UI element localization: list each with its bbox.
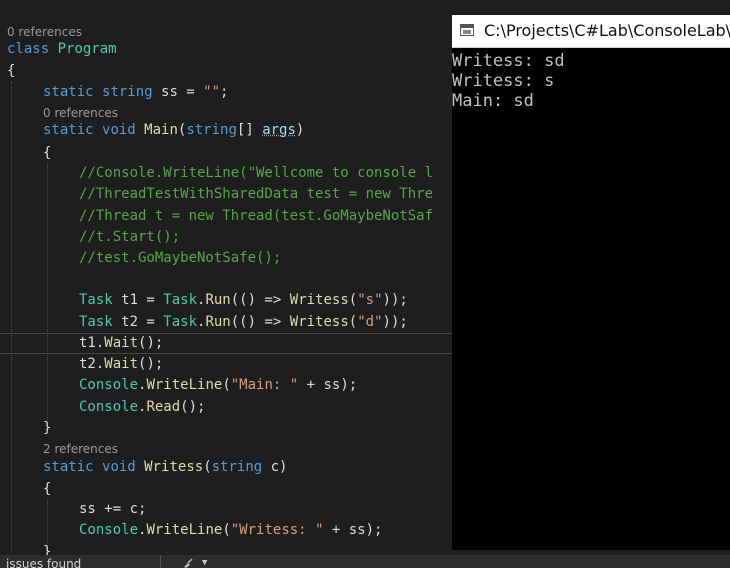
console-output-line: Main: sd bbox=[452, 91, 534, 111]
code-line-open-brace: { bbox=[43, 481, 52, 497]
code-line-writess-writeline: Console.WriteLine("Writess: " + ss); bbox=[79, 522, 383, 538]
code-line-main-writeline: Console.WriteLine("Main: " + ss); bbox=[79, 377, 358, 393]
code-line-writess-signature: static void Writess(string c) bbox=[43, 459, 288, 475]
status-bar: issues found ▼ bbox=[0, 555, 730, 568]
console-window[interactable]: C:\Projects\C#Lab\ConsoleLab\C Writess: … bbox=[452, 15, 730, 550]
code-line-close-brace: } bbox=[43, 420, 52, 436]
code-line-console-read: Console.Read(); bbox=[79, 399, 206, 415]
chevron-down-icon[interactable]: ▼ bbox=[202, 559, 207, 568]
codelens-references[interactable]: 0 references bbox=[7, 24, 82, 40]
codelens-references[interactable]: 0 references bbox=[43, 105, 118, 121]
code-line-ss-append: ss += c; bbox=[79, 501, 147, 517]
code-line-open-brace: { bbox=[43, 145, 52, 161]
code-line-class-decl: class Program bbox=[7, 41, 117, 57]
code-line-main-signature: static void Main(string[] args) bbox=[43, 122, 305, 138]
issues-status[interactable]: issues found bbox=[6, 557, 81, 568]
console-output-line: Writess: s bbox=[452, 71, 555, 91]
code-cleanup-brush-icon[interactable] bbox=[183, 558, 193, 568]
code-line-field-ss: static string ss = ""; bbox=[43, 84, 229, 100]
code-line-task-t1: Task t1 = Task.Run(() => Writess("s")); bbox=[79, 292, 408, 308]
code-line-close-brace: } bbox=[43, 544, 52, 555]
status-divider bbox=[160, 555, 161, 568]
console-app-icon bbox=[460, 24, 474, 36]
code-line-comment: //Thread t = new Thread(test.GoMaybeNotS… bbox=[79, 208, 434, 224]
code-line-comment: //ThreadTestWithSharedData test = new Th… bbox=[79, 186, 434, 202]
console-output-line: Writess: sd bbox=[452, 51, 565, 71]
indent-guide bbox=[47, 164, 48, 420]
codelens-references[interactable]: 2 references bbox=[43, 441, 118, 457]
unused-parameter-args: args bbox=[262, 122, 296, 138]
console-output: Writess: sd Writess: s Main: sd bbox=[452, 51, 730, 111]
code-line-comment: //t.Start(); bbox=[79, 229, 181, 245]
code-line-comment: //test.GoMaybeNotSafe(); bbox=[79, 250, 282, 266]
console-window-title: C:\Projects\C#Lab\ConsoleLab\C bbox=[484, 21, 730, 40]
code-line-task-t2: Task t2 = Task.Run(() => Writess("d")); bbox=[79, 314, 408, 330]
code-line-comment: //Console.WriteLine("Wellcome to console… bbox=[79, 165, 434, 181]
indent-guide bbox=[11, 82, 12, 552]
code-line-t2-wait: t2.Wait(); bbox=[79, 356, 164, 372]
code-line-open-brace: { bbox=[7, 63, 16, 79]
console-title-bar[interactable]: C:\Projects\C#Lab\ConsoleLab\C bbox=[452, 15, 730, 48]
code-line-t1-wait: t1.Wait(); bbox=[79, 335, 164, 351]
